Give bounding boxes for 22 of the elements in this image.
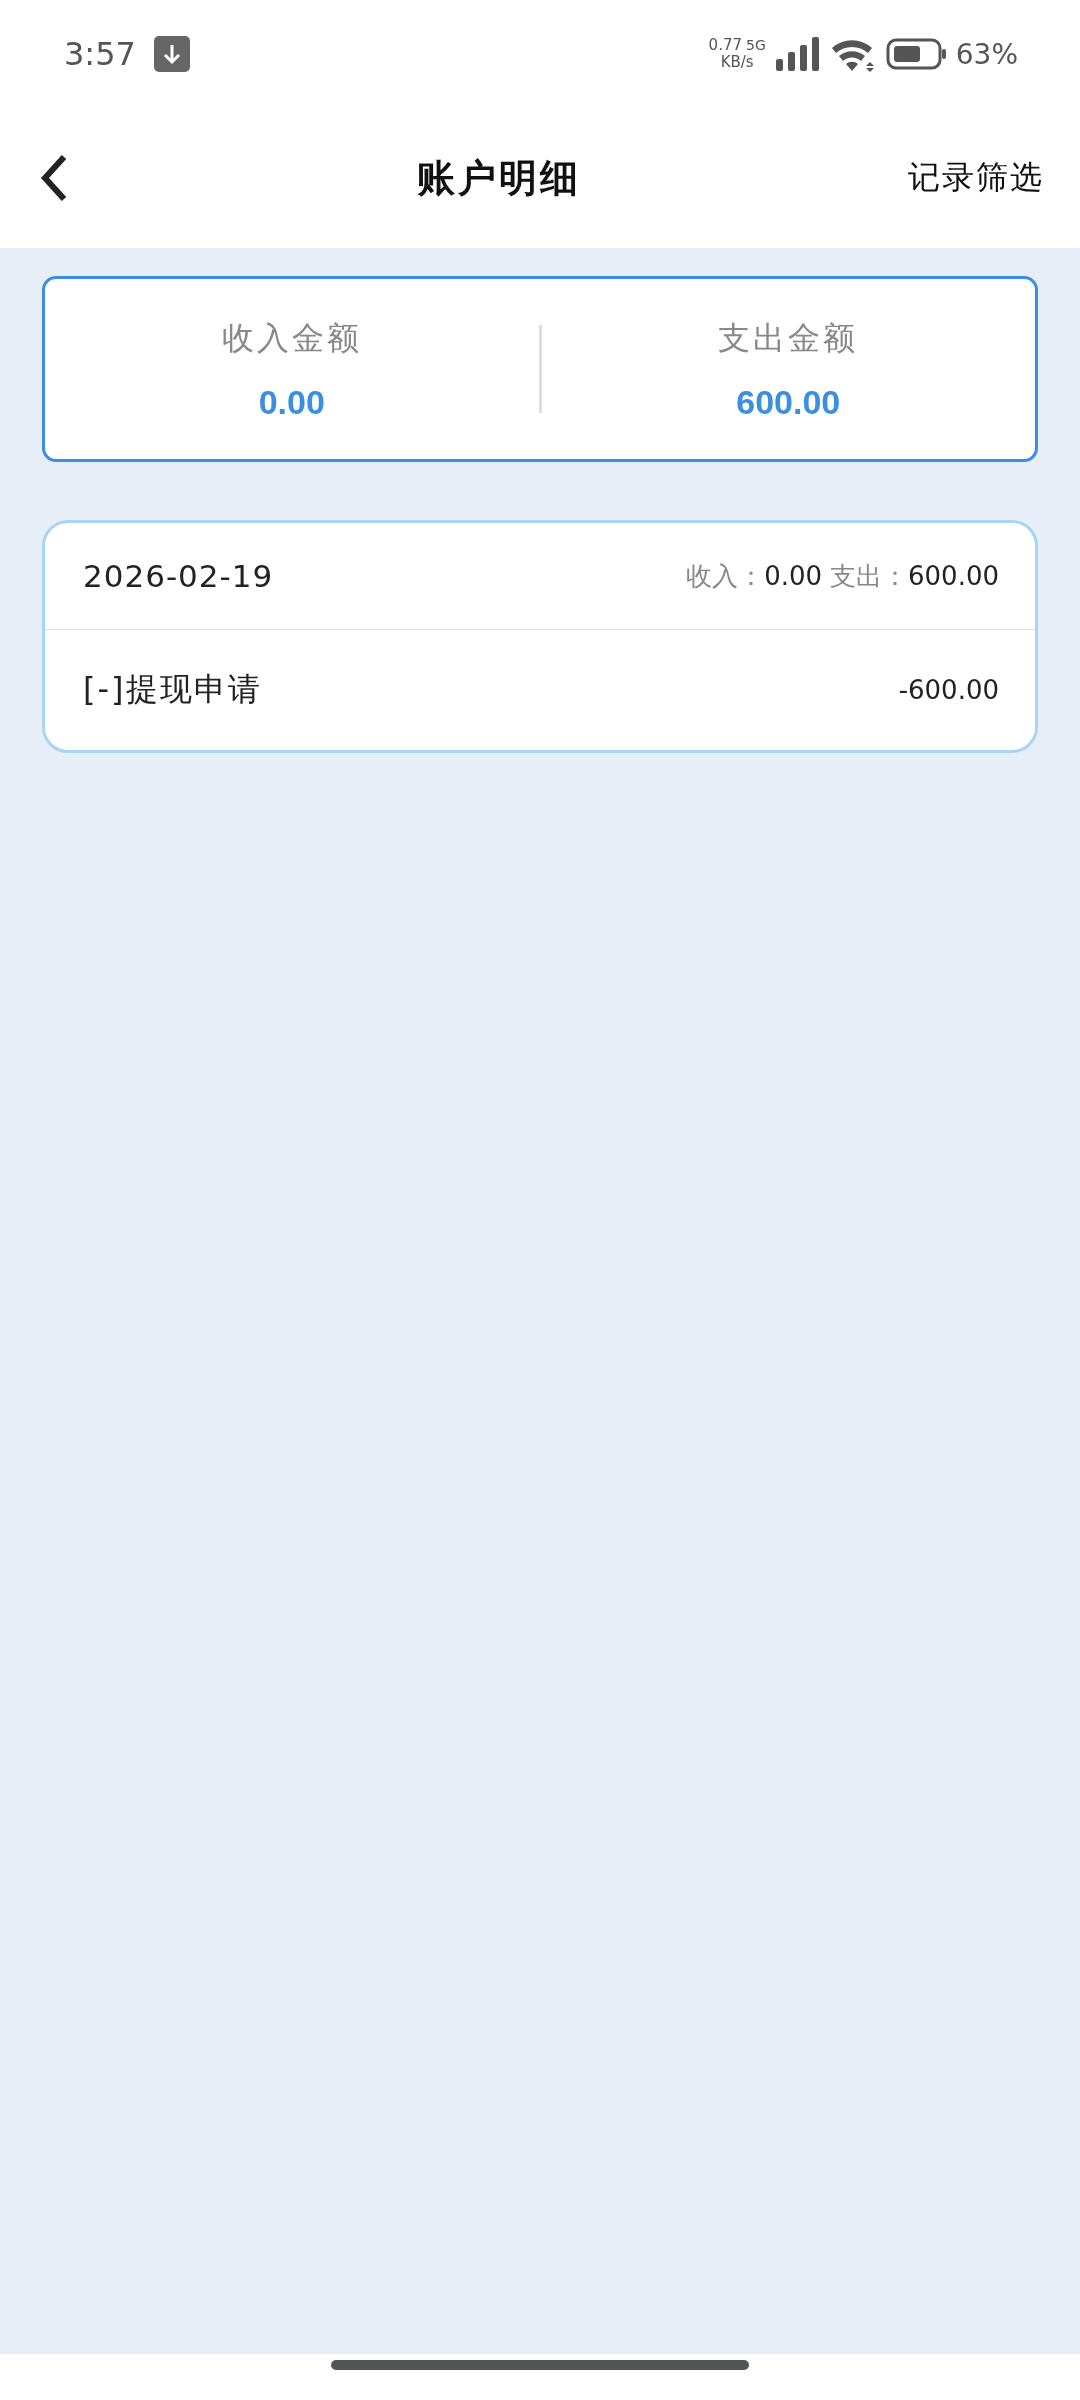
record-amount: -600.00 [898, 675, 999, 705]
record-title: [-]提现申请 [83, 669, 262, 710]
filter-button[interactable]: 记录筛选 [908, 156, 1044, 200]
download-icon [153, 36, 190, 72]
battery-icon [885, 38, 948, 70]
page-title: 账户明细 [416, 154, 582, 202]
back-icon [40, 153, 68, 203]
network-type: 5G [746, 36, 766, 53]
signal-icon [775, 37, 820, 71]
expense-amount: 600.00 [908, 561, 999, 591]
network-speed: 0.77 [708, 36, 742, 54]
record-date: 2026-02-19 [83, 558, 274, 594]
income-amount: 0.00 [764, 561, 822, 591]
summary-value: 600.00 [736, 382, 841, 422]
summary-label: 收入金额 [221, 317, 362, 359]
income-label: 收入： [686, 559, 765, 593]
expense-label: 支出： [830, 559, 908, 593]
summary-label: 支出金额 [718, 317, 859, 359]
summary-value: 0.00 [258, 382, 325, 422]
speed-unit: KB/s [720, 54, 754, 72]
battery-level: 63% [955, 37, 1018, 71]
status-time: 3:57 [64, 35, 136, 73]
